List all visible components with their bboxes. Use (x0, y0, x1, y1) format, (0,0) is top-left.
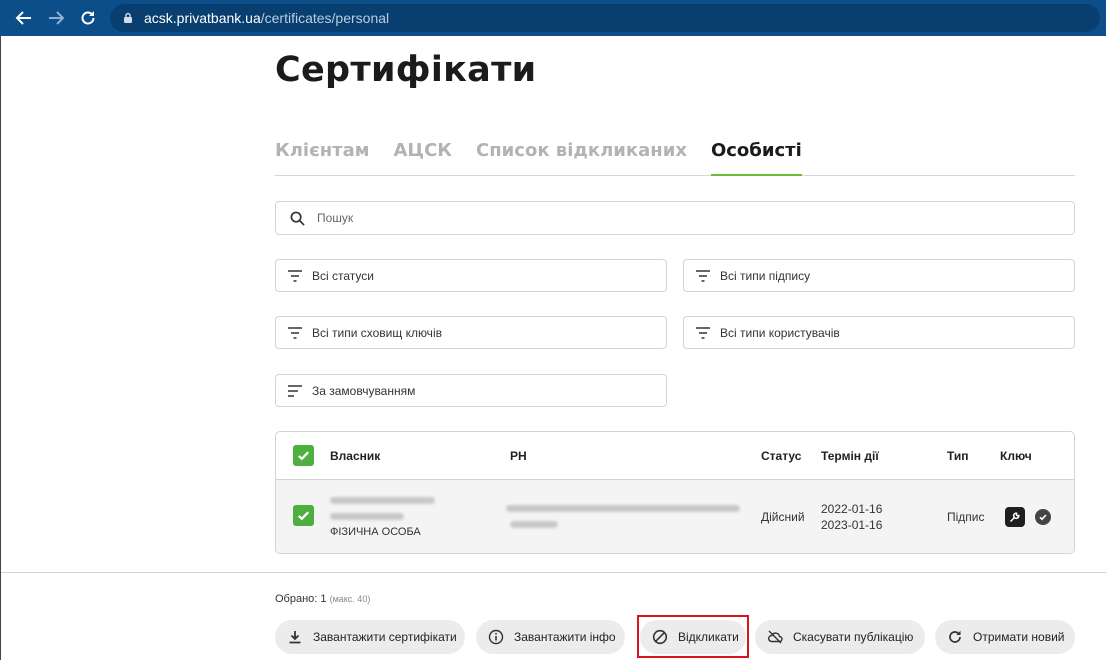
selected-label: Обрано: 1 (275, 593, 327, 605)
tab-acsk[interactable]: АЦСК (393, 136, 452, 176)
page-title: Сертифікати (275, 50, 537, 90)
header-validity[interactable]: Термін дії (821, 449, 879, 463)
get-new-label: Отримати новий (973, 630, 1065, 644)
search-input[interactable] (317, 211, 1017, 225)
selected-count: Обрано: 1 (макс. 40) (275, 593, 370, 605)
search-icon (290, 211, 305, 226)
filter-icon (288, 326, 302, 339)
tab-clients[interactable]: Клієнтам (275, 136, 369, 176)
row-type: Підпис (947, 510, 985, 524)
verified-check-icon (1035, 509, 1051, 525)
address-bar[interactable]: acsk.privatbank.ua/certificates/personal (110, 4, 1100, 32)
arrow-left-icon (15, 11, 31, 25)
revoke-highlight-frame (637, 615, 749, 658)
get-new-button[interactable]: Отримати новий (935, 620, 1075, 654)
checkmark-icon (298, 511, 309, 521)
redacted-rn (506, 505, 740, 512)
download-icon (289, 631, 301, 644)
cancel-publication-button[interactable]: Скасувати публікацію (755, 620, 925, 654)
table-row[interactable]: ФІЗИЧНА ОСОБА Дійсний 2022-01-16 2023-01… (276, 480, 1074, 553)
row-status: Дійсний (761, 510, 805, 524)
url-text: acsk.privatbank.ua/certificates/personal (144, 10, 389, 26)
url-path: /certificates/personal (260, 10, 390, 26)
redacted-owner-name-2 (330, 513, 404, 520)
row-checkbox[interactable] (293, 505, 314, 526)
sign-type-filter[interactable]: Всі типи підпису (683, 259, 1075, 292)
arrow-right-icon (49, 11, 65, 25)
download-info-button[interactable]: Завантажити інфо (476, 620, 625, 654)
valid-to: 2023-01-16 (821, 518, 883, 532)
key-tool-icon[interactable] (1005, 507, 1025, 527)
header-key[interactable]: Ключ (1000, 449, 1032, 463)
reload-button[interactable] (76, 6, 100, 30)
status-filter-label: Всі статуси (312, 268, 374, 283)
redacted-owner-name (330, 497, 435, 504)
selected-max: (макс. 40) (329, 594, 371, 604)
info-icon (488, 629, 504, 645)
lock-icon (124, 12, 132, 23)
user-type-filter[interactable]: Всі типи користувачів (683, 316, 1075, 349)
header-owner[interactable]: Власник (330, 449, 380, 463)
header-rn[interactable]: РН (510, 449, 527, 463)
search-box[interactable] (275, 201, 1075, 235)
certificates-table: Власник РН Статус Термін дії Тип Ключ ФІ… (275, 431, 1075, 554)
sort-label: За замовчуванням (312, 383, 416, 398)
table-header: Власник РН Статус Термін дії Тип Ключ (276, 432, 1074, 480)
filter-icon (696, 326, 710, 339)
refresh-icon (949, 630, 961, 643)
redacted-rn-2 (510, 521, 558, 528)
download-certificates-button[interactable]: Завантажити сертифікати (275, 620, 465, 654)
browser-toolbar: acsk.privatbank.ua/certificates/personal (0, 0, 1106, 36)
forward-button[interactable] (44, 6, 68, 30)
key-storage-filter[interactable]: Всі типи сховищ ключів (275, 316, 667, 349)
valid-from: 2022-01-16 (821, 502, 883, 516)
header-type[interactable]: Тип (947, 449, 969, 463)
filter-icon (696, 269, 710, 282)
status-filter[interactable]: Всі статуси (275, 259, 667, 292)
wrench-icon (1009, 512, 1020, 523)
sort-select[interactable]: За замовчуванням (275, 374, 667, 407)
tab-bar: Клієнтам АЦСК Список відкликаних Особист… (275, 136, 1075, 176)
user-type-filter-label: Всі типи користувачів (720, 325, 840, 340)
page-content: Сертифікати Клієнтам АЦСК Список відклик… (0, 36, 1106, 660)
sign-type-filter-label: Всі типи підпису (720, 268, 811, 283)
download-certificates-label: Завантажити сертифікати (313, 630, 457, 644)
reload-icon (81, 11, 95, 25)
owner-type: ФІЗИЧНА ОСОБА (330, 526, 421, 538)
url-host: acsk.privatbank.ua (144, 10, 261, 26)
download-info-label: Завантажити інфо (514, 630, 616, 644)
back-button[interactable] (12, 6, 36, 30)
tab-personal[interactable]: Особисті (710, 136, 802, 176)
select-all-checkbox[interactable] (293, 445, 314, 466)
tab-revoked-list[interactable]: Список відкликаних (476, 136, 687, 176)
sort-icon (288, 384, 302, 397)
action-footer: Обрано: 1 (макс. 40) Завантажити сертифі… (1, 572, 1106, 660)
filter-icon (288, 269, 302, 282)
cancel-publication-label: Скасувати публікацію (793, 630, 914, 644)
key-storage-filter-label: Всі типи сховищ ключів (312, 325, 442, 340)
checkmark-icon (298, 451, 309, 461)
cloud-off-icon (768, 630, 783, 644)
header-status[interactable]: Статус (761, 449, 801, 463)
